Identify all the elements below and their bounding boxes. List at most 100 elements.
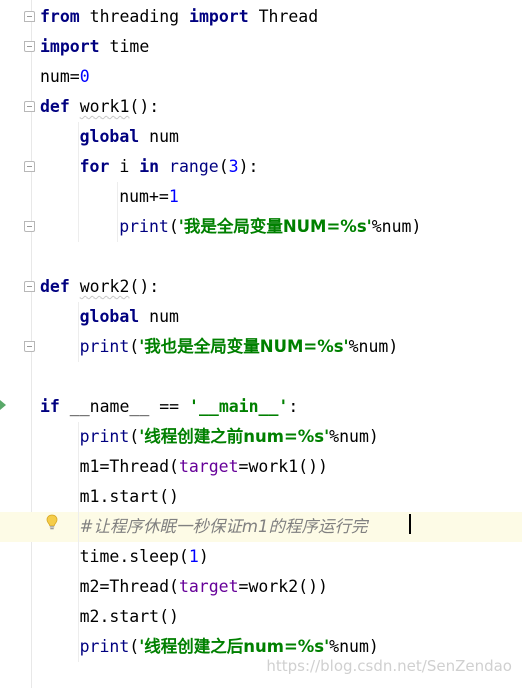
code-line-text: m2.start() — [80, 607, 179, 627]
fold-collapse-icon[interactable] — [24, 341, 35, 352]
code-token: ( — [168, 217, 179, 236]
fold-expand-icon[interactable] — [24, 101, 35, 112]
code-token: time.sleep( — [79, 547, 189, 566]
code-token: ( — [129, 427, 140, 446]
code-line[interactable]: def work1(): — [0, 92, 522, 122]
code-token: ( — [129, 337, 140, 356]
code-token: global — [79, 307, 140, 326]
code-token: print — [79, 637, 130, 656]
code-token: '我是全局变量NUM=%s' — [178, 217, 372, 236]
code-token: import — [40, 37, 100, 56]
code-line-text: global num — [80, 127, 179, 147]
code-token: #让程序休眠一秒保证m1的程序运行完 — [79, 517, 368, 536]
code-token: ): — [238, 157, 259, 176]
indent-guide — [117, 182, 119, 242]
code-line-text: #让程序休眠一秒保证m1的程序运行完 — [80, 517, 368, 537]
code-token: '__main__' — [189, 397, 289, 416]
code-token: m2.start() — [79, 607, 179, 626]
code-line[interactable] — [0, 242, 522, 272]
code-line-text: def work1(): — [40, 97, 159, 117]
code-token: '我也是全局变量NUM=%s' — [139, 337, 349, 356]
indent-guide — [77, 122, 79, 242]
code-line-text: num+=1 — [119, 187, 179, 207]
code-token: =work2()) — [238, 577, 328, 596]
code-token: def — [40, 97, 70, 116]
code-token: for — [79, 157, 110, 176]
fold-collapse-icon[interactable] — [24, 221, 35, 232]
code-token: 0 — [79, 67, 90, 86]
code-token: %num) — [348, 337, 399, 356]
code-token: Thread — [248, 7, 319, 26]
code-line-text: m1.start() — [80, 487, 179, 507]
code-line[interactable]: from threading import Thread — [0, 2, 522, 32]
code-line-text: for i in range(3): — [80, 157, 259, 177]
code-token: in — [139, 157, 160, 176]
text-caret — [409, 514, 411, 534]
code-token: (): — [129, 97, 160, 116]
code-token: i — [109, 157, 140, 176]
code-line[interactable]: import time — [0, 32, 522, 62]
code-token: ( — [129, 637, 140, 656]
code-token: from — [40, 7, 80, 26]
code-token: target — [178, 457, 239, 476]
code-token: work1 — [79, 97, 130, 116]
code-token: __name__ == — [59, 397, 190, 416]
code-line-text: m2=Thread(target=work2()) — [80, 577, 328, 597]
code-line[interactable]: def work2(): — [0, 272, 522, 302]
code-line-text: print('我是全局变量NUM=%s'%num) — [119, 217, 421, 237]
fold-collapse-icon[interactable] — [24, 41, 35, 52]
code-token: ( — [218, 157, 229, 176]
watermark-text: https://blog.csdn.net/SenZendao — [266, 657, 512, 675]
fold-expand-icon[interactable] — [24, 161, 35, 172]
code-line-text: m1=Thread(target=work1()) — [80, 457, 328, 477]
code-token: m1.start() — [79, 487, 179, 506]
code-token: threading — [79, 7, 190, 26]
code-token: target — [178, 577, 239, 596]
code-line[interactable] — [0, 362, 522, 392]
code-token: (): — [129, 277, 160, 296]
code-token: num= — [40, 67, 80, 86]
code-token: num+= — [119, 187, 169, 206]
code-token: m2=Thread( — [79, 577, 179, 596]
code-token: global — [79, 127, 140, 146]
indent-guide — [77, 422, 79, 662]
code-token: def — [40, 277, 70, 296]
code-token: num — [139, 307, 179, 326]
indent-guide — [77, 302, 79, 362]
code-token: print — [119, 217, 169, 236]
code-token: range — [169, 157, 219, 176]
code-token: 1 — [188, 547, 199, 566]
fold-expand-icon[interactable] — [24, 11, 35, 22]
code-line-text: print('线程创建之前num=%s'%num) — [80, 427, 379, 447]
code-token: =work1()) — [238, 457, 328, 476]
code-token: %num) — [329, 427, 379, 446]
code-token: 3 — [228, 157, 239, 176]
code-line-text: time.sleep(1) — [80, 547, 209, 567]
code-token: 1 — [168, 187, 179, 206]
lightbulb-icon[interactable] — [46, 514, 58, 530]
fold-expand-icon[interactable] — [24, 281, 35, 292]
code-token: : — [288, 397, 299, 416]
run-icon[interactable] — [0, 400, 6, 410]
code-line[interactable]: if __name__ == '__main__': — [0, 392, 522, 422]
code-line-text: def work2(): — [40, 277, 159, 297]
code-token: '线程创建之前num=%s' — [139, 427, 330, 446]
code-token: ) — [198, 547, 209, 566]
code-editor[interactable]: from threading import Thread import time n… — [0, 0, 522, 688]
code-token: num — [139, 127, 179, 146]
code-line[interactable]: num=0 — [0, 62, 522, 92]
code-token: %num) — [329, 637, 379, 656]
code-line-text: import time — [40, 37, 149, 57]
code-token: import — [189, 7, 249, 26]
code-token: %num) — [371, 217, 422, 236]
code-line-text: global num — [80, 307, 179, 327]
code-token: '线程创建之后num=%s' — [139, 637, 330, 656]
code-line-text: num=0 — [40, 67, 90, 87]
code-line-text: print('我也是全局变量NUM=%s'%num) — [80, 337, 399, 357]
code-token: m1=Thread( — [79, 457, 179, 476]
code-token: time — [99, 37, 150, 56]
code-token: print — [79, 337, 130, 356]
